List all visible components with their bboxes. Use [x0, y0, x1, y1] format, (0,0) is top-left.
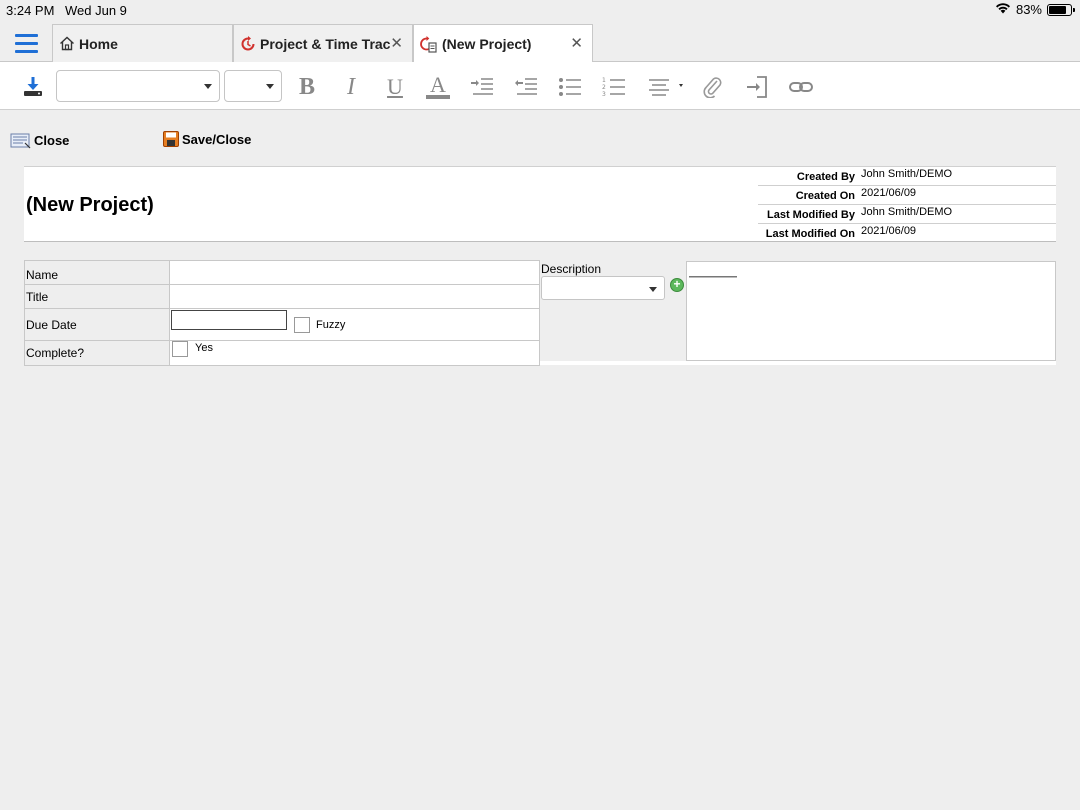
- wifi-icon: [995, 2, 1011, 17]
- refresh-clock-icon: [240, 35, 256, 52]
- editor-cursor-line: [689, 276, 737, 278]
- new-doc-clock-icon: [420, 35, 438, 53]
- underline-button[interactable]: U: [382, 73, 408, 101]
- complete-cell: Yes: [170, 341, 539, 365]
- description-editor[interactable]: [686, 261, 1056, 361]
- rich-text-toolbar: B I U A 123: [0, 62, 1080, 110]
- status-right: 83%: [995, 2, 1075, 17]
- bold-button[interactable]: B: [294, 73, 320, 101]
- download-icon[interactable]: [20, 73, 46, 101]
- battery-icon: [1047, 3, 1075, 16]
- status-time: 3:24 PM: [6, 3, 55, 18]
- svg-text:2: 2: [602, 84, 606, 91]
- close-doc-icon: [10, 131, 32, 149]
- font-color-letter: A: [430, 72, 446, 97]
- battery-percent: 83%: [1015, 2, 1042, 17]
- save-close-label: Save/Close: [182, 131, 252, 147]
- outdent-icon[interactable]: [513, 73, 539, 101]
- due-date-label: Due Date: [25, 309, 170, 340]
- tab-home-label: Home: [79, 35, 118, 52]
- description-section: Description +: [540, 261, 1056, 365]
- meta-value: 2021/06/09: [861, 187, 917, 199]
- close-tab-icon[interactable]: ✕: [570, 34, 583, 52]
- description-bottom-border: [540, 361, 1056, 365]
- status-bar: 3:24 PM Wed Jun 9 83%: [0, 0, 1080, 22]
- save-close-button[interactable]: Save/Close: [163, 131, 251, 147]
- meta-label: Last Modified By: [766, 209, 855, 221]
- numbered-list-icon[interactable]: 123: [601, 73, 627, 101]
- description-select[interactable]: [541, 276, 665, 300]
- form-row-complete: Complete? Yes: [25, 341, 539, 365]
- tab-bar: Home Project & Time Trac... ✕ (New Proje…: [0, 24, 1080, 63]
- meta-value: John Smith/DEMO: [861, 168, 953, 180]
- link-icon[interactable]: [788, 73, 814, 101]
- yes-label: Yes: [195, 342, 213, 354]
- svg-text:1: 1: [602, 77, 606, 84]
- meta-label: Created By: [796, 171, 855, 183]
- home-icon: [59, 36, 75, 51]
- insert-icon[interactable]: [744, 73, 770, 101]
- attachment-icon[interactable]: [700, 73, 726, 101]
- form-row-name: Name: [25, 261, 539, 285]
- description-label: Description: [541, 262, 602, 276]
- font-size-select[interactable]: [224, 70, 282, 102]
- complete-yes-checkbox[interactable]: [172, 341, 188, 357]
- close-label: Close: [34, 132, 70, 148]
- indent-icon[interactable]: [469, 73, 495, 101]
- due-date-cell: Fuzzy: [170, 309, 539, 340]
- add-icon[interactable]: +: [670, 278, 684, 292]
- fuzzy-label: Fuzzy: [316, 319, 346, 331]
- meta-row-last-modified-on: Last Modified On 2021/06/09: [758, 224, 1056, 243]
- status-date: Wed Jun 9: [65, 3, 127, 18]
- align-dropdown[interactable]: [646, 73, 688, 101]
- close-button[interactable]: Close: [10, 131, 69, 149]
- font-color-button[interactable]: A: [424, 73, 452, 101]
- name-label: Name: [25, 261, 170, 284]
- page-title: (New Project): [26, 194, 154, 216]
- menu-icon[interactable]: [15, 34, 38, 53]
- italic-button[interactable]: I: [338, 73, 364, 101]
- tab-home[interactable]: Home: [52, 24, 233, 62]
- name-field[interactable]: [170, 261, 539, 284]
- close-tab-icon[interactable]: ✕: [390, 34, 403, 52]
- title-field[interactable]: [170, 285, 539, 308]
- meta-value: 2021/06/09: [861, 225, 917, 237]
- chevron-down-icon: [649, 287, 657, 292]
- title-label: Title: [25, 285, 170, 308]
- metadata-table: Created By John Smith/DEMO Created On 20…: [758, 167, 1056, 243]
- tab-new-project-label: (New Project): [442, 36, 532, 52]
- font-color-swatch: [426, 95, 450, 99]
- save-icon: [163, 131, 179, 147]
- form-row-due-date: Due Date Fuzzy: [25, 309, 539, 341]
- project-form: Name Title Due Date Fuzzy Complete? Yes: [24, 260, 540, 366]
- meta-row-created-on: Created On 2021/06/09: [758, 186, 1056, 205]
- meta-label: Created On: [795, 190, 855, 202]
- tab-project-time-tracking[interactable]: Project & Time Trac... ✕: [233, 24, 413, 62]
- chevron-down-icon: [204, 84, 212, 89]
- fuzzy-checkbox[interactable]: [294, 317, 310, 333]
- tab-project-label: Project & Time Trac...: [260, 35, 390, 52]
- due-date-input[interactable]: [171, 310, 287, 330]
- document-header: (New Project) Created By John Smith/DEMO…: [24, 166, 1056, 242]
- bulleted-list-icon[interactable]: [557, 73, 583, 101]
- chevron-down-icon: [266, 84, 274, 89]
- tab-new-project[interactable]: (New Project) ✕: [413, 24, 593, 63]
- meta-row-created-by: Created By John Smith/DEMO: [758, 167, 1056, 186]
- svg-text:3: 3: [602, 91, 606, 98]
- meta-value: John Smith/DEMO: [861, 206, 953, 218]
- form-row-title: Title: [25, 285, 539, 309]
- action-bar: Close Save/Close: [0, 116, 1080, 160]
- meta-row-last-modified-by: Last Modified By John Smith/DEMO: [758, 205, 1056, 224]
- complete-label: Complete?: [25, 341, 170, 365]
- font-family-select[interactable]: [56, 70, 220, 102]
- meta-label: Last Modified On: [765, 228, 855, 240]
